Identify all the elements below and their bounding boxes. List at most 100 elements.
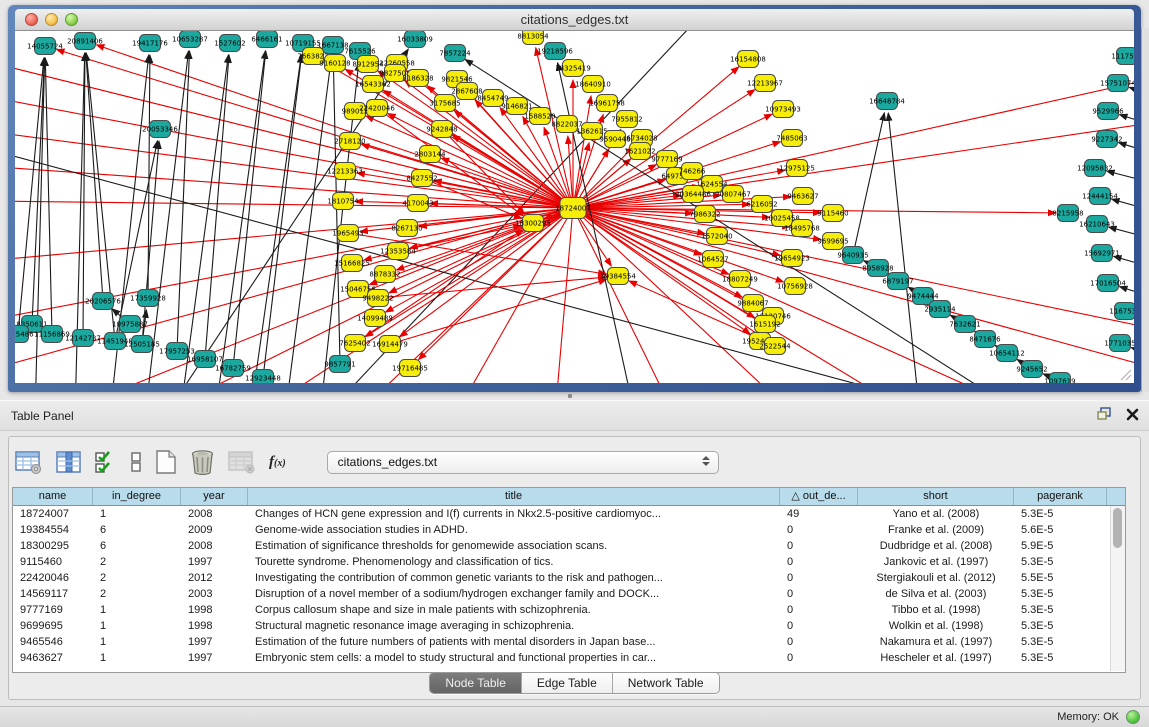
column-visibility-icon[interactable]: [56, 450, 82, 475]
table-row[interactable]: 911546021997Tourette syndrome. Phenomeno…: [13, 554, 1125, 570]
cell-short[interactable]: de Silva et al. (2003): [858, 586, 1014, 602]
function-builder-icon[interactable]: f(x): [269, 454, 286, 471]
tab-node-table[interactable]: Node Table: [430, 673, 522, 693]
table-row[interactable]: 2242004622012Investigating the contribut…: [13, 570, 1125, 586]
column-header-name[interactable]: name: [13, 488, 93, 505]
column-header-short[interactable]: short: [858, 488, 1014, 505]
cell-pagerank[interactable]: 5.6E-5: [1014, 522, 1107, 538]
cell-out-de-[interactable]: 0: [780, 554, 858, 570]
cell-in-degree[interactable]: 2: [93, 586, 181, 602]
table-selector-dropdown[interactable]: citations_edges.txt: [327, 451, 719, 474]
cell-pagerank[interactable]: 5.3E-5: [1014, 650, 1107, 666]
delete-table-icon-disabled[interactable]: [228, 450, 256, 474]
table-row[interactable]: 977716911998Corpus callosum shape and si…: [13, 602, 1125, 618]
cell-name[interactable]: 18724007: [13, 506, 93, 522]
cell-in-degree[interactable]: 2: [93, 554, 181, 570]
close-panel-icon[interactable]: [1126, 408, 1139, 421]
cell-name[interactable]: 9463627: [13, 650, 93, 666]
cell-year[interactable]: 1997: [181, 650, 248, 666]
cell-name[interactable]: 9777169: [13, 602, 93, 618]
cell-out-de-[interactable]: 0: [780, 522, 858, 538]
cell-in-degree[interactable]: 2: [93, 570, 181, 586]
delete-rows-trash-icon[interactable]: [190, 449, 215, 475]
cell-name[interactable]: 9465546: [13, 634, 93, 650]
cell-title[interactable]: Genome-wide association studies in ADHD.: [248, 522, 780, 538]
cell-short[interactable]: Wolkin et al. (1998): [858, 618, 1014, 634]
cell-title[interactable]: Disruption of a novel member of a sodium…: [248, 586, 780, 602]
cell-in-degree[interactable]: 1: [93, 634, 181, 650]
cell-short[interactable]: Jankovic et al. (1997): [858, 554, 1014, 570]
cell-out-de-[interactable]: 49: [780, 506, 858, 522]
tab-network-table[interactable]: Network Table: [613, 673, 719, 693]
cell-year[interactable]: 2008: [181, 506, 248, 522]
scrollbar-thumb[interactable]: [1113, 508, 1122, 548]
column-header-title[interactable]: title: [248, 488, 780, 505]
column-header-out-de-[interactable]: △ out_de...: [780, 488, 858, 505]
cell-title[interactable]: Structural magnetic resonance image aver…: [248, 618, 780, 634]
table-settings-icon[interactable]: [15, 450, 43, 475]
cell-year[interactable]: 1997: [181, 634, 248, 650]
cell-title[interactable]: Estimation of significance thresholds fo…: [248, 538, 780, 554]
cell-in-degree[interactable]: 6: [93, 538, 181, 554]
cell-in-degree[interactable]: 1: [93, 506, 181, 522]
cell-out-de-[interactable]: 0: [780, 618, 858, 634]
select-columns-icon[interactable]: [95, 450, 117, 474]
cell-short[interactable]: Yano et al. (2008): [858, 506, 1014, 522]
cell-pagerank[interactable]: 5.3E-5: [1014, 554, 1107, 570]
row-height-icon[interactable]: [130, 450, 142, 474]
column-header-pagerank[interactable]: pagerank: [1014, 488, 1107, 505]
cell-out-de-[interactable]: 0: [780, 570, 858, 586]
cell-out-de-[interactable]: 0: [780, 634, 858, 650]
cell-name[interactable]: 14569117: [13, 586, 93, 602]
table-vertical-scrollbar[interactable]: [1110, 506, 1125, 671]
cell-short[interactable]: Tibbo et al. (1998): [858, 602, 1014, 618]
cell-in-degree[interactable]: 1: [93, 618, 181, 634]
table-row[interactable]: 946554611997Estimation of the future num…: [13, 634, 1125, 650]
resize-grip-icon[interactable]: [1118, 367, 1132, 381]
cell-year[interactable]: 1998: [181, 602, 248, 618]
cell-name[interactable]: 22420046: [13, 570, 93, 586]
cell-year[interactable]: 1997: [181, 554, 248, 570]
cell-in-degree[interactable]: 1: [93, 602, 181, 618]
cell-short[interactable]: Nakamura et al. (1997): [858, 634, 1014, 650]
cell-in-degree[interactable]: 1: [93, 650, 181, 666]
cell-year[interactable]: 2003: [181, 586, 248, 602]
cell-name[interactable]: 9699695: [13, 618, 93, 634]
cell-pagerank[interactable]: 5.5E-5: [1014, 570, 1107, 586]
cell-out-de-[interactable]: 0: [780, 586, 858, 602]
new-table-icon[interactable]: [155, 449, 177, 475]
cell-in-degree[interactable]: 6: [93, 522, 181, 538]
memory-status-indicator[interactable]: [1126, 710, 1140, 724]
cell-title[interactable]: Tourette syndrome. Phenomenology and cla…: [248, 554, 780, 570]
table-row[interactable]: 946362711997Embryonic stem cells: a mode…: [13, 650, 1125, 666]
cell-year[interactable]: 1998: [181, 618, 248, 634]
cell-pagerank[interactable]: 5.3E-5: [1014, 602, 1107, 618]
window-titlebar[interactable]: citations_edges.txt: [15, 9, 1134, 31]
cell-title[interactable]: Corpus callosum shape and size in male p…: [248, 602, 780, 618]
cell-year[interactable]: 2012: [181, 570, 248, 586]
network-graph[interactable]: 1405572420891406194171761065328715276026…: [15, 31, 1134, 383]
cell-pagerank[interactable]: 5.9E-5: [1014, 538, 1107, 554]
column-header-in-degree[interactable]: in_degree: [93, 488, 181, 505]
cell-year[interactable]: 2008: [181, 538, 248, 554]
table-row[interactable]: 969969511998Structural magnetic resonanc…: [13, 618, 1125, 634]
split-pane-grip[interactable]: [563, 394, 577, 399]
table-row[interactable]: 1830029562008Estimation of significance …: [13, 538, 1125, 554]
network-canvas[interactable]: 1405572420891406194171761065328715276026…: [15, 31, 1134, 383]
cell-short[interactable]: Franke et al. (2009): [858, 522, 1014, 538]
cell-pagerank[interactable]: 5.3E-5: [1014, 506, 1107, 522]
table-row[interactable]: 1456911722003Disruption of a novel membe…: [13, 586, 1125, 602]
cell-short[interactable]: Dudbridge et al. (2008): [858, 538, 1014, 554]
cell-short[interactable]: Stergiakouli et al. (2012): [858, 570, 1014, 586]
cell-title[interactable]: Estimation of the future numbers of pati…: [248, 634, 780, 650]
cell-pagerank[interactable]: 5.3E-5: [1014, 634, 1107, 650]
table-row[interactable]: 1938455462009Genome-wide association stu…: [13, 522, 1125, 538]
cell-name[interactable]: 18300295: [13, 538, 93, 554]
cell-title[interactable]: Embryonic stem cells: a model to study s…: [248, 650, 780, 666]
cell-title[interactable]: Investigating the contribution of common…: [248, 570, 780, 586]
cell-out-de-[interactable]: 0: [780, 650, 858, 666]
cell-out-de-[interactable]: 0: [780, 538, 858, 554]
cell-title[interactable]: Changes of HCN gene expression and I(f) …: [248, 506, 780, 522]
table-row[interactable]: 1872400712008Changes of HCN gene express…: [13, 506, 1125, 522]
tab-edge-table[interactable]: Edge Table: [522, 673, 613, 693]
